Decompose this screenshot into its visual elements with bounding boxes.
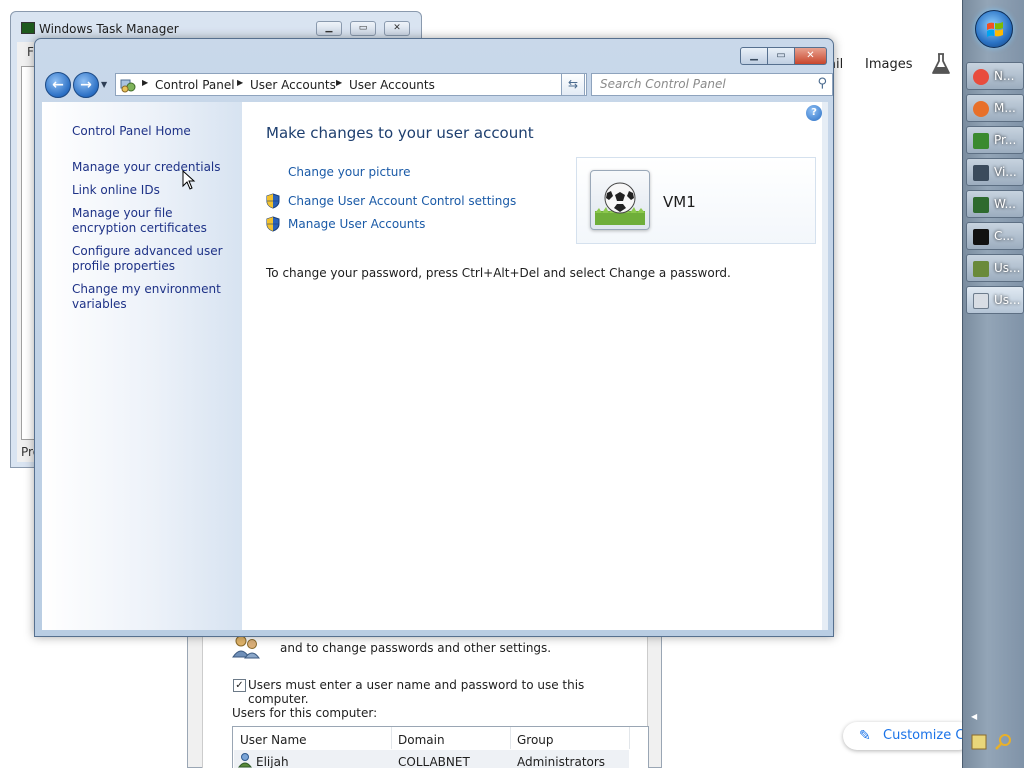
taskbar-item-label: Us...: [994, 261, 1021, 275]
back-arrow-icon[interactable]: ←: [45, 72, 71, 98]
tray-search-icon: [995, 734, 1011, 750]
user-accounts-icon: [973, 293, 989, 309]
breadcrumb-control-panel[interactable]: Control Panel: [155, 78, 235, 92]
taskbar-item-label: Vi...: [994, 165, 1017, 179]
taskbar-item[interactable]: N...: [966, 62, 1024, 90]
system-tray: [971, 734, 1011, 750]
taskbar-item[interactable]: Us...: [966, 286, 1024, 314]
row-domain: COLLABNET: [398, 755, 470, 768]
window-edge: [822, 102, 828, 630]
taskbar-item[interactable]: C...: [966, 222, 1024, 250]
customize-chrome-button[interactable]: ✎ Customize Ch: [843, 722, 973, 750]
uac-settings-link[interactable]: Change User Account Control settings: [288, 194, 516, 208]
taskbar-item-label: Pr...: [994, 133, 1017, 147]
row-group: Administrators: [517, 755, 606, 768]
maximize-button[interactable]: ▭: [350, 21, 376, 36]
users-table: User Name Domain Group Elijah COLLABNET …: [232, 726, 649, 768]
search-placeholder: Search Control Panel: [600, 77, 726, 91]
password-instructions: To change your password, press Ctrl+Alt+…: [266, 266, 731, 280]
close-button[interactable]: ✕: [384, 21, 410, 36]
account-name: VM1: [663, 193, 696, 211]
taskbar-item[interactable]: Pr...: [966, 126, 1024, 154]
taskbar-item[interactable]: M...: [966, 94, 1024, 122]
search-input[interactable]: Search Control Panel ⚲: [591, 73, 833, 96]
project-icon: [973, 133, 989, 149]
row-username: Elijah: [256, 755, 289, 768]
mouse-cursor-icon: [182, 170, 196, 190]
address-bar[interactable]: ▶ Control Panel ▶ User Accounts ▶ User A…: [115, 73, 587, 96]
chrome-icon: [973, 69, 989, 85]
navigation-bar: ← → ▼ ▶ Control Panel ▶ User Accounts ▶ …: [43, 71, 833, 99]
task-manager-title: Windows Task Manager: [39, 22, 179, 36]
taskbar-item-label: W...: [994, 197, 1016, 211]
account-card: VM1: [576, 157, 816, 244]
tasks-sidebar: Control Panel Home Manage your credentia…: [42, 102, 242, 630]
control-panel-icon: [120, 79, 136, 93]
breadcrumb-separator-icon[interactable]: ▶: [336, 78, 342, 87]
minimize-button[interactable]: ▁: [316, 21, 342, 36]
require-password-checkbox[interactable]: ✓: [233, 679, 246, 692]
task-manager-icon: [973, 197, 989, 213]
labs-flask-icon[interactable]: [930, 52, 952, 76]
windows-logo-icon: [987, 22, 1003, 37]
sidebar-environment-variables[interactable]: Change my environment variables: [72, 282, 232, 312]
taskbar-item-label: C...: [994, 229, 1014, 243]
images-link[interactable]: Images: [865, 57, 913, 72]
help-icon[interactable]: ?: [806, 105, 822, 121]
breadcrumb-separator-icon[interactable]: ▶: [142, 78, 148, 87]
column-header-domain[interactable]: Domain: [398, 733, 445, 747]
dialog-description: and to change passwords and other settin…: [280, 641, 552, 655]
soccer-ball-icon: [595, 182, 645, 225]
maximize-button[interactable]: ▭: [768, 47, 795, 65]
customize-label: Customize Ch: [883, 728, 973, 743]
tray-expand-icon[interactable]: ◀: [971, 712, 977, 721]
avatar[interactable]: [590, 170, 650, 230]
firefox-icon: [973, 101, 989, 117]
taskbar: N... M... Pr... Vi... W... C... Us... Us…: [962, 0, 1024, 768]
taskbar-item-label: Us...: [994, 293, 1021, 307]
tray-app-icon: [971, 734, 987, 750]
sidebar-manage-credentials[interactable]: Manage your credentials: [72, 160, 232, 175]
breadcrumb-user-accounts[interactable]: User Accounts: [250, 78, 336, 92]
search-icon[interactable]: ⚲: [817, 76, 827, 91]
taskbar-item[interactable]: Vi...: [966, 158, 1024, 186]
pencil-icon: ✎: [859, 728, 871, 744]
uac-shield-icon: [266, 216, 280, 232]
taskbar-item[interactable]: Us...: [966, 254, 1024, 282]
sidebar-advanced-profile-properties[interactable]: Configure advanced user profile properti…: [72, 244, 232, 274]
start-button[interactable]: [975, 10, 1013, 48]
forward-arrow-icon[interactable]: →: [73, 72, 99, 98]
task-manager-icon: [21, 22, 35, 34]
window-controls: ▁ ▭ ✕: [740, 47, 827, 65]
user-accounts-icon: [973, 261, 989, 277]
minimize-button[interactable]: ▁: [740, 47, 768, 65]
column-header-username[interactable]: User Name: [240, 733, 307, 747]
change-picture-link[interactable]: Change your picture: [288, 165, 410, 179]
manage-user-accounts-link[interactable]: Manage User Accounts: [288, 217, 425, 231]
close-button[interactable]: ✕: [795, 47, 827, 65]
breadcrumb-user-accounts-current[interactable]: User Accounts: [349, 78, 435, 92]
control-panel-window: ▁ ▭ ✕ ← → ▼ ▶ Control Panel ▶ User Accou…: [34, 38, 834, 637]
user-icon: [238, 753, 253, 768]
require-password-label[interactable]: Users must enter a user name and passwor…: [248, 678, 647, 706]
column-header-group[interactable]: Group: [517, 733, 554, 747]
refresh-icon[interactable]: ⇆: [561, 73, 585, 96]
sidebar-control-panel-home[interactable]: Control Panel Home: [72, 124, 232, 139]
sidebar-file-encryption-certificates[interactable]: Manage your file encryption certificates: [72, 206, 232, 236]
taskbar-item-label: M...: [994, 101, 1016, 115]
breadcrumb-separator-icon[interactable]: ▶: [237, 78, 243, 87]
uac-shield-icon: [266, 193, 280, 209]
command-prompt-icon: [973, 229, 989, 245]
taskbar-item[interactable]: W...: [966, 190, 1024, 218]
sidebar-link-online-ids[interactable]: Link online IDs: [72, 183, 232, 198]
recent-pages-dropdown-icon[interactable]: ▼: [101, 80, 107, 89]
page-title: Make changes to your user account: [266, 124, 534, 142]
content-area: Control Panel Home Manage your credentia…: [42, 102, 828, 630]
taskbar-item-label: N...: [994, 69, 1015, 83]
users-list-label: Users for this computer:: [232, 706, 378, 720]
video-icon: [973, 165, 989, 181]
